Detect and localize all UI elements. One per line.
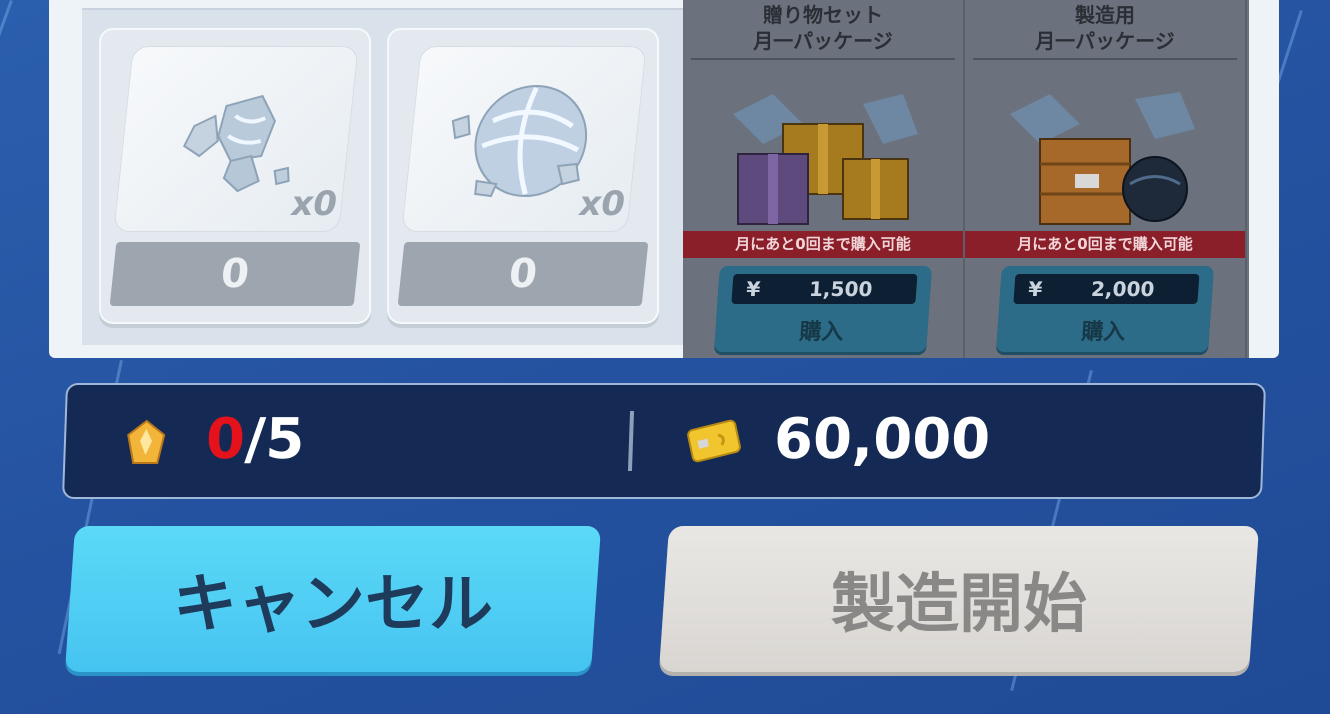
crystal-max: /5	[243, 407, 306, 472]
start-label: 製造開始	[831, 568, 1087, 642]
buy-button-manufacture-package[interactable]: ¥ 2,000 購入	[995, 266, 1215, 352]
price-value: 2,000	[1090, 277, 1156, 301]
package-title-line2: 月一パッケージ	[753, 29, 893, 53]
price-box: ¥ 2,000	[1013, 274, 1200, 304]
purchase-limit-banner: 月にあと0回まで購入可能	[965, 231, 1245, 258]
divider	[627, 411, 635, 471]
buy-button-gift-package[interactable]: ¥ 1,500 購入	[713, 266, 933, 352]
crystal-current: 0	[204, 407, 247, 472]
crystal-icon	[127, 419, 166, 464]
package-title: 贈り物セット 月一パッケージ	[683, 2, 963, 54]
package-card-gift: 贈り物セット 月一パッケージ 月にあと0回まで購入可能 ¥ 1,500 購入	[683, 0, 965, 358]
divider	[691, 58, 955, 60]
cancel-label: キャンセル	[173, 568, 493, 642]
buy-label: 購入	[798, 320, 845, 345]
package-title-line1: 製造用	[1075, 3, 1135, 27]
package-shop-overlay: 贈り物セット 月一パッケージ 月にあと0回まで購入可能 ¥ 1,500 購入 製…	[683, 0, 1249, 358]
crystal-count: 0/5	[205, 407, 306, 472]
purchase-limit-banner: 月にあと0回まで購入可能	[683, 231, 963, 258]
credit-card-icon	[687, 419, 741, 463]
buy-label: 購入	[1080, 320, 1127, 345]
material-card-orb[interactable]: x0 0	[387, 28, 659, 324]
material-count-field[interactable]: 0	[109, 242, 361, 306]
material-quantity: x0	[579, 184, 625, 224]
price-box: ¥ 1,500	[731, 274, 918, 304]
material-count-value: 0	[218, 251, 252, 297]
gift-box-icon	[733, 94, 918, 225]
package-title: 製造用 月一パッケージ	[965, 2, 1245, 54]
background-streak	[0, 0, 13, 133]
package-title-line1: 贈り物セット	[763, 3, 883, 27]
material-quantity: x0	[291, 184, 337, 224]
package-title-line2: 月一パッケージ	[1035, 29, 1175, 53]
material-count-value: 0	[506, 251, 540, 297]
price-value: 1,500	[808, 277, 874, 301]
material-list: x0 0 x0 0	[82, 8, 686, 345]
money-amount: 60,000	[772, 407, 992, 472]
material-card-shards[interactable]: x0 0	[99, 28, 371, 324]
material-count-field[interactable]: 0	[397, 242, 649, 306]
currency-symbol: ¥	[1027, 277, 1044, 301]
divider	[973, 58, 1237, 60]
currency-symbol: ¥	[745, 277, 762, 301]
resource-bar: 0/5 60,000	[61, 383, 1267, 499]
crate-bundle-icon	[1010, 92, 1195, 225]
package-card-manufacture: 製造用 月一パッケージ 月にあと0回まで購入可能 ¥ 2,000 購入	[965, 0, 1247, 358]
start-manufacturing-button[interactable]: 製造開始	[658, 526, 1260, 672]
cancel-button[interactable]: キャンセル	[64, 526, 602, 672]
